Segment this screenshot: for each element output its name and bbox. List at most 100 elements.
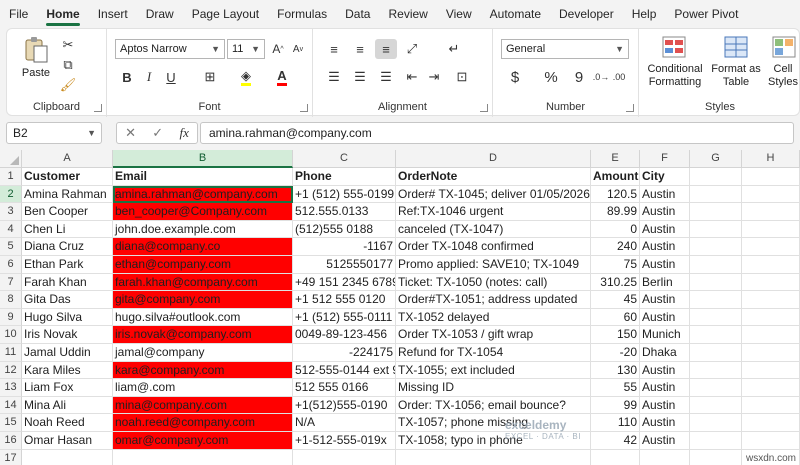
email-cell[interactable]: ben_cooper@Company.com: [113, 203, 293, 221]
amount-cell[interactable]: 130: [591, 361, 640, 380]
wrap-text-icon[interactable]: ↵: [443, 39, 465, 59]
city-cell[interactable]: Austin: [640, 396, 690, 415]
phone-cell[interactable]: 5125550177: [293, 256, 396, 274]
email-cell[interactable]: diana@company.co: [113, 238, 293, 256]
email-cell[interactable]: ethan@company.com: [113, 256, 293, 274]
bold-button[interactable]: B: [119, 67, 135, 87]
customer-cell[interactable]: Chen Li: [22, 220, 113, 239]
customer-cell[interactable]: Omar Hasan: [22, 432, 113, 450]
cancel-icon[interactable]: ✕: [125, 125, 136, 141]
merge-center-icon[interactable]: ⊡: [451, 67, 473, 87]
font-family-select[interactable]: Aptos Narrow ▼: [115, 39, 225, 59]
comma-button[interactable]: 9: [569, 67, 589, 87]
column-header-e[interactable]: E: [591, 150, 640, 168]
order-note-cell[interactable]: Missing ID: [396, 379, 591, 397]
order-note-cell[interactable]: canceled (TX-1047): [396, 220, 591, 239]
increase-font-icon[interactable]: A ^: [269, 39, 287, 59]
empty-cell[interactable]: [396, 449, 591, 465]
decrease-decimal-icon[interactable]: .00: [611, 67, 627, 87]
column-header-h[interactable]: H: [742, 150, 800, 168]
conditional-formatting-label[interactable]: Conditional Formatting: [645, 63, 705, 89]
header-cell[interactable]: Customer: [22, 168, 113, 186]
number-launcher-icon[interactable]: [626, 104, 634, 112]
customer-cell[interactable]: Liam Fox: [22, 379, 113, 397]
align-bottom-icon[interactable]: ≡: [375, 39, 397, 59]
empty-cell[interactable]: [742, 396, 800, 415]
city-cell[interactable]: Austin: [640, 308, 690, 327]
phone-cell[interactable]: 0049-89-123-456: [293, 326, 396, 344]
align-middle-icon[interactable]: ≡: [349, 39, 371, 59]
amount-cell[interactable]: 75: [591, 256, 640, 274]
empty-cell[interactable]: [22, 449, 113, 465]
email-cell[interactable]: noah.reed@company.com: [113, 414, 293, 432]
alignment-launcher-icon[interactable]: [480, 104, 488, 112]
menu-formulas[interactable]: Formulas: [268, 0, 336, 28]
header-cell[interactable]: OrderNote: [396, 168, 591, 186]
menu-review[interactable]: Review: [379, 0, 436, 28]
email-cell[interactable]: jamal@company: [113, 344, 293, 362]
column-header-c[interactable]: C: [293, 150, 396, 168]
cut-icon[interactable]: ✂: [59, 37, 77, 53]
insert-function-icon[interactable]: fx: [179, 125, 188, 141]
align-right-icon[interactable]: ☰: [375, 67, 397, 87]
customer-cell[interactable]: Jamal Uddin: [22, 344, 113, 362]
amount-cell[interactable]: 110: [591, 414, 640, 432]
borders-icon[interactable]: ⊞: [199, 67, 221, 87]
menu-file[interactable]: File: [0, 0, 37, 28]
currency-button[interactable]: $: [505, 67, 525, 87]
row-header-17[interactable]: 17: [0, 449, 22, 465]
column-header-d[interactable]: D: [396, 150, 591, 168]
empty-cell[interactable]: [690, 308, 742, 327]
order-note-cell[interactable]: Refund for TX-1054: [396, 344, 591, 362]
row-header-4[interactable]: 4: [0, 220, 22, 239]
amount-cell[interactable]: 45: [591, 291, 640, 309]
menu-insert[interactable]: Insert: [89, 0, 137, 28]
email-cell[interactable]: liam@.com: [113, 379, 293, 397]
amount-cell[interactable]: 42: [591, 432, 640, 450]
phone-cell[interactable]: -224175: [293, 344, 396, 362]
paste-icon[interactable]: [21, 35, 51, 65]
format-as-table-icon[interactable]: [723, 35, 749, 59]
header-cell[interactable]: City: [640, 168, 690, 186]
row-header-6[interactable]: 6: [0, 256, 22, 274]
row-header-3[interactable]: 3: [0, 203, 22, 221]
empty-cell[interactable]: [742, 291, 800, 309]
order-note-cell[interactable]: Order#TX-1051; address updated: [396, 291, 591, 309]
column-header-f[interactable]: F: [640, 150, 690, 168]
number-format-select[interactable]: General ▼: [501, 39, 629, 59]
header-cell[interactable]: Phone: [293, 168, 396, 186]
cell-styles-label[interactable]: Cell Styles: [765, 63, 800, 89]
phone-cell[interactable]: +1 512 555 0120: [293, 291, 396, 309]
fill-color-icon[interactable]: ◈: [235, 67, 257, 87]
email-cell[interactable]: amina.rahman@company.com: [113, 185, 293, 204]
empty-cell[interactable]: [742, 168, 800, 186]
amount-cell[interactable]: 0: [591, 220, 640, 239]
empty-cell[interactable]: [742, 256, 800, 274]
city-cell[interactable]: Austin: [640, 185, 690, 204]
order-note-cell[interactable]: Ref:TX-1046 urgent: [396, 203, 591, 221]
empty-cell[interactable]: [742, 344, 800, 362]
copy-icon[interactable]: ⧉: [59, 57, 77, 73]
customer-cell[interactable]: Kara Miles: [22, 361, 113, 380]
amount-cell[interactable]: 55: [591, 379, 640, 397]
empty-cell[interactable]: [591, 449, 640, 465]
select-all-corner[interactable]: [0, 150, 22, 168]
amount-cell[interactable]: 150: [591, 326, 640, 344]
email-cell[interactable]: gita@company.com: [113, 291, 293, 309]
city-cell[interactable]: Berlin: [640, 273, 690, 292]
city-cell[interactable]: Austin: [640, 432, 690, 450]
city-cell[interactable]: Austin: [640, 379, 690, 397]
empty-cell[interactable]: [690, 432, 742, 450]
amount-cell[interactable]: 99: [591, 396, 640, 415]
customer-cell[interactable]: Amina Rahman: [22, 185, 113, 204]
empty-cell[interactable]: [690, 238, 742, 256]
row-header-2[interactable]: 2: [0, 185, 22, 204]
orientation-icon[interactable]: ⤢: [401, 39, 423, 59]
empty-cell[interactable]: [690, 203, 742, 221]
empty-cell[interactable]: [690, 185, 742, 204]
amount-cell[interactable]: 120.5: [591, 185, 640, 204]
increase-decimal-icon[interactable]: .0→: [593, 67, 610, 87]
email-cell[interactable]: iris.novak@company.com: [113, 326, 293, 344]
email-cell[interactable]: hugo.silva#outlook.com: [113, 308, 293, 327]
order-note-cell[interactable]: Promo applied: SAVE10; TX-1049: [396, 256, 591, 274]
